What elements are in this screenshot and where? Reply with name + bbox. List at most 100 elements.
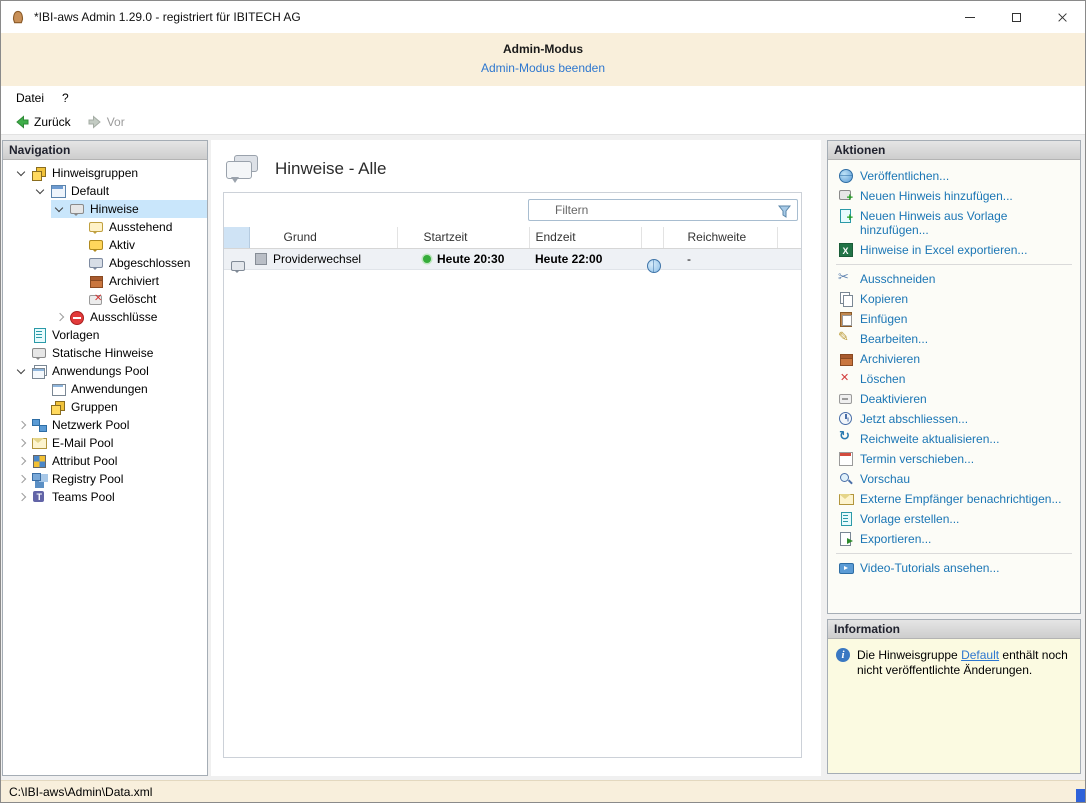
admin-mode-exit-link[interactable]: Admin-Modus beenden — [481, 61, 605, 75]
action-kopieren[interactable]: Kopieren — [828, 289, 1080, 309]
action-label: Neuen Hinweis aus Vorlage hinzufügen... — [860, 209, 1072, 237]
action-loeschen[interactable]: Löschen — [828, 369, 1080, 389]
forward-button[interactable]: Vor — [80, 112, 132, 132]
tree-item-registry-pool[interactable]: Registry Pool — [13, 470, 207, 488]
close-button[interactable] — [1039, 1, 1085, 33]
action-ausschneiden[interactable]: Ausschneiden — [828, 269, 1080, 289]
chevron-spacer — [13, 327, 31, 343]
action-vorlage-erstellen[interactable]: Vorlage erstellen... — [828, 509, 1080, 529]
tree-item-gruppen[interactable]: Gruppen — [32, 398, 207, 416]
table-row[interactable]: Providerwechsel Heute 20:30 Heute 22:00 … — [224, 248, 801, 269]
tree-label: Registry Pool — [52, 472, 123, 486]
actions-divider — [836, 264, 1072, 265]
back-button[interactable]: Zurück — [7, 112, 78, 132]
chevron-down-icon[interactable] — [32, 183, 50, 199]
action-externe-empfaenger[interactable]: Externe Empfänger benachrichtigen... — [828, 489, 1080, 509]
action-vorschau[interactable]: Vorschau — [828, 469, 1080, 489]
status-bar: C:\IBI-aws\Admin\Data.xml — [1, 780, 1085, 802]
filter-funnel-icon — [778, 205, 791, 218]
tree-item-anwendungs-pool[interactable]: Anwendungs Pool — [13, 362, 207, 380]
admin-mode-title: Admin-Modus — [1, 42, 1085, 56]
maximize-button[interactable] — [993, 1, 1039, 33]
tree-item-archiviert[interactable]: Archiviert — [70, 272, 207, 290]
tree-item-email-pool[interactable]: E-Mail Pool — [13, 434, 207, 452]
chevron-down-icon[interactable] — [13, 165, 31, 181]
tree-item-geloescht[interactable]: Gelöscht — [70, 290, 207, 308]
cell-endzeit: Heute 22:00 — [535, 252, 602, 266]
tree-item-default[interactable]: Default — [32, 182, 207, 200]
tree-item-vorlagen[interactable]: Vorlagen — [13, 326, 207, 344]
action-video-tutorials[interactable]: Video-Tutorials ansehen... — [828, 558, 1080, 578]
tree-item-abgeschlossen[interactable]: Abgeschlossen — [70, 254, 207, 272]
content-region: Navigation Hinweisgruppen Default Hinwei… — [1, 135, 1085, 780]
registry-pool-icon — [31, 471, 47, 487]
minimize-button[interactable] — [947, 1, 993, 33]
action-termin-verschieben[interactable]: Termin verschieben... — [828, 449, 1080, 469]
chevron-right-icon[interactable] — [13, 453, 31, 469]
action-exportieren[interactable]: Exportieren... — [828, 529, 1080, 549]
column-header-startzeit[interactable]: Startzeit — [397, 227, 529, 248]
action-label: Löschen — [860, 372, 905, 386]
menu-help[interactable]: ? — [53, 88, 78, 108]
tree-label: Archiviert — [109, 274, 159, 288]
export-icon — [838, 531, 853, 546]
filter-input[interactable] — [529, 203, 797, 217]
chevron-right-icon[interactable] — [13, 489, 31, 505]
tree-item-ausschluesse[interactable]: Ausschlüsse — [51, 308, 207, 326]
selection-column-header[interactable] — [224, 227, 249, 248]
actions-header: Aktionen — [828, 141, 1080, 160]
action-neuen-hinweis[interactable]: Neuen Hinweis hinzufügen... — [828, 186, 1080, 206]
action-reichweite-aktualisieren[interactable]: Reichweite aktualisieren... — [828, 429, 1080, 449]
column-header-scope[interactable] — [641, 227, 663, 248]
tree-item-hinweisgruppen[interactable]: Hinweisgruppen — [13, 164, 207, 182]
tree-item-aktiv[interactable]: Aktiv — [70, 236, 207, 254]
tree-label: Aktiv — [109, 238, 135, 252]
action-archivieren[interactable]: Archivieren — [828, 349, 1080, 369]
tree-item-ausstehend[interactable]: Ausstehend — [70, 218, 207, 236]
chevron-right-icon[interactable] — [13, 435, 31, 451]
chevron-right-icon[interactable] — [13, 471, 31, 487]
filter-box — [528, 199, 798, 221]
tree-item-statische-hinweise[interactable]: Statische Hinweise — [13, 344, 207, 362]
tree-item-teams-pool[interactable]: Teams Pool — [13, 488, 207, 506]
forward-label: Vor — [107, 115, 125, 129]
action-einfuegen[interactable]: Einfügen — [828, 309, 1080, 329]
hinweis-table: Grund Startzeit Endzeit Reichweite — [224, 227, 801, 270]
tree-item-attribut-pool[interactable]: Attribut Pool — [13, 452, 207, 470]
anwendungs-pool-icon — [31, 363, 47, 379]
close-icon — [1057, 12, 1068, 23]
tree-item-netzwerk-pool[interactable]: Netzwerk Pool — [13, 416, 207, 434]
action-veroeffentlichen[interactable]: Veröffentlichen... — [828, 166, 1080, 186]
action-jetzt-abschliessen[interactable]: Jetzt abschliessen... — [828, 409, 1080, 429]
edit-icon — [838, 331, 853, 346]
resize-grip[interactable] — [1076, 789, 1085, 802]
excel-export-icon — [838, 242, 853, 257]
action-excel-export[interactable]: Hinweise in Excel exportieren... — [828, 240, 1080, 260]
action-label: Einfügen — [860, 312, 907, 326]
actions-divider — [836, 553, 1072, 554]
chevron-right-icon[interactable] — [51, 309, 69, 325]
app-icon — [9, 8, 27, 26]
information-text: Die Hinweisgruppe Default enthält noch n… — [857, 648, 1072, 764]
action-bearbeiten[interactable]: Bearbeiten... — [828, 329, 1080, 349]
action-hinweis-aus-vorlage[interactable]: Neuen Hinweis aus Vorlage hinzufügen... — [828, 206, 1080, 240]
chevron-right-icon[interactable] — [13, 417, 31, 433]
menu-datei[interactable]: Datei — [7, 88, 53, 108]
hinweisgruppe-default-link[interactable]: Default — [961, 648, 999, 662]
action-label: Kopieren — [860, 292, 908, 306]
title-bar: *IBI-aws Admin 1.29.0 - registriert für … — [1, 1, 1085, 33]
notify-external-icon — [838, 491, 853, 506]
column-header-endzeit[interactable]: Endzeit — [529, 227, 641, 248]
action-deaktivieren[interactable]: Deaktivieren — [828, 389, 1080, 409]
table-header-row: Grund Startzeit Endzeit Reichweite — [224, 227, 801, 248]
column-header-grund[interactable]: Grund — [249, 227, 397, 248]
chevron-down-icon[interactable] — [51, 201, 69, 217]
column-header-reichweite[interactable]: Reichweite — [663, 227, 777, 248]
nav-toolbar: Zurück Vor — [1, 109, 1085, 135]
tree-item-anwendungen[interactable]: Anwendungen — [32, 380, 207, 398]
refresh-scope-icon — [838, 431, 853, 446]
chevron-down-icon[interactable] — [13, 363, 31, 379]
preview-icon — [838, 471, 853, 486]
tree-item-hinweise[interactable]: Hinweise — [51, 200, 207, 218]
tree-label: E-Mail Pool — [52, 436, 113, 450]
